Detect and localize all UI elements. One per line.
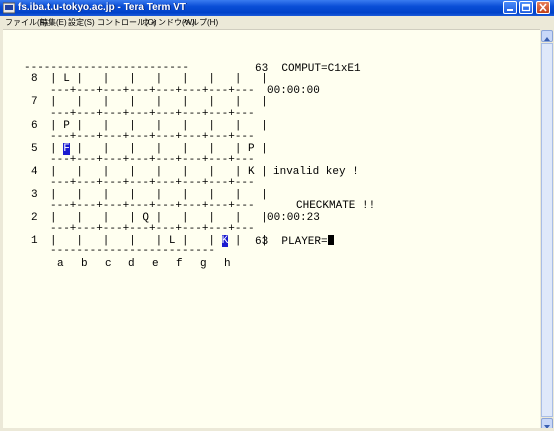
rank-label-6: 6 [31, 120, 38, 132]
window-title: fs.iba.t.u-tokyo.ac.jp - Tera Term VT [18, 2, 186, 13]
rank-label-3: 3 [31, 189, 38, 201]
menu-settings[interactable]: 設定(S) [68, 16, 95, 29]
scroll-up-button[interactable] [541, 30, 553, 42]
board-separator: ---+---+---+---+---+---+---+--- [50, 223, 255, 235]
rank-label-5: 5 [31, 143, 38, 155]
file-label-g: g [200, 258, 207, 270]
board-bottom-border: ------------------------- [50, 245, 216, 257]
close-button[interactable] [536, 1, 550, 14]
file-label-a: a [57, 258, 64, 270]
file-label-h: h [224, 258, 231, 270]
board-row-8: | L | | | | | | | | [50, 73, 268, 85]
file-label-e: e [152, 258, 159, 270]
board-separator: ---+---+---+---+---+---+---+--- [50, 200, 255, 212]
file-label-f: f [176, 258, 183, 270]
rank-label-1: 1 [31, 235, 38, 247]
menu-edit[interactable]: 編集(E) [40, 16, 67, 29]
player-timer: 00:00:23 [267, 212, 320, 224]
board-separator: ---+---+---+---+---+---+---+--- [50, 177, 255, 189]
computer-move: 63 COMPUT=C1xE1 [255, 63, 361, 75]
title-bar[interactable]: fs.iba.t.u-tokyo.ac.jp - Tera Term VT [0, 0, 554, 16]
terminal-screen[interactable]: ------------------------- 8 | L | | | | … [3, 30, 540, 428]
rank-label-4: 4 [31, 166, 38, 178]
maximize-icon [521, 3, 531, 12]
file-label-d: d [128, 258, 135, 270]
board-row-7: | | | | | | | | | [50, 96, 268, 108]
file-label-c: c [105, 258, 112, 270]
menu-help[interactable]: ヘルプ(H) [183, 16, 218, 29]
rank-label-7: 7 [31, 96, 38, 108]
minimize-button[interactable] [503, 1, 517, 14]
maximize-button[interactable] [519, 1, 533, 14]
checkmate-banner: CHECKMATE !! [296, 200, 376, 212]
board-separator: ---+---+---+---+---+---+---+--- [50, 108, 255, 120]
rank-label-8: 8 [31, 73, 38, 85]
text-cursor [327, 235, 334, 245]
board-separator: ---+---+---+---+---+---+---+--- [50, 131, 255, 143]
status-message: invalid key ! [273, 166, 359, 178]
board-separator: ---+---+---+---+---+---+---+--- [50, 154, 255, 166]
player-prompt[interactable]: 63 PLAYER= [255, 235, 334, 248]
minimize-icon [507, 9, 513, 11]
scroll-thumb[interactable] [541, 43, 553, 417]
tera-term-icon [3, 2, 15, 14]
file-label-b: b [81, 258, 88, 270]
vertical-scrollbar[interactable] [540, 29, 554, 431]
close-icon [539, 3, 547, 12]
player-prompt-text: 63 PLAYER= [255, 236, 328, 248]
menu-bar: ファイル(F) 編集(E) 設定(S) コントロール(O) ウィンドウ(W) ヘ… [0, 16, 554, 30]
rank-label-2: 2 [31, 212, 38, 224]
computer-timer: 00:00:00 [267, 85, 320, 97]
